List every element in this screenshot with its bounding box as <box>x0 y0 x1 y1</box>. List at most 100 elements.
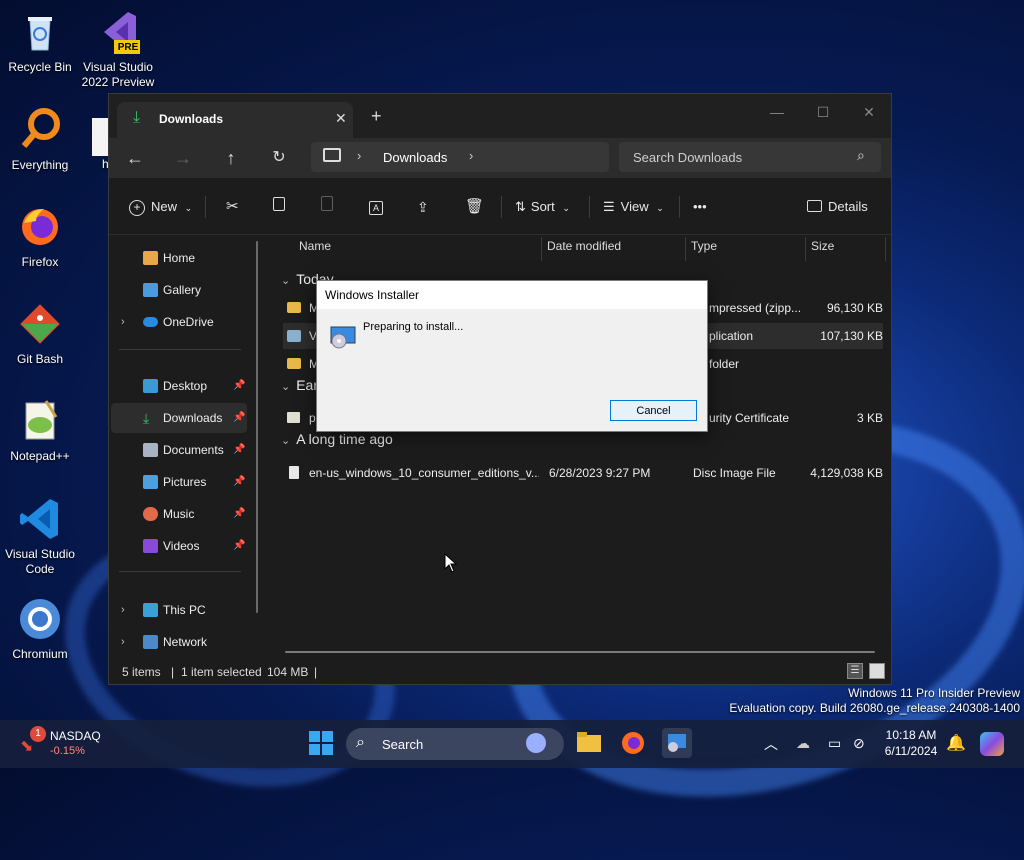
desktop-icon-chromium[interactable]: Chromium <box>0 595 80 662</box>
sidebar-item-gallery[interactable]: Gallery <box>111 275 247 305</box>
sidebar-item-pictures[interactable]: Pictures 📌 <box>111 467 247 497</box>
chevron-right-icon[interactable]: › <box>121 595 125 625</box>
breadcrumb-downloads[interactable]: Downloads <box>383 150 447 165</box>
sidebar-label: Desktop <box>163 379 208 393</box>
chevron-right-icon[interactable]: › <box>469 148 473 163</box>
notification-badge: 1 <box>30 726 46 742</box>
desktop-icon-visual-studio-2022-preview[interactable]: PRE Visual Studio 2022 Preview <box>78 8 158 90</box>
group-header-long-ago[interactable]: ⌄ A long time ago <box>281 431 393 447</box>
tiles-view-icon[interactable] <box>869 663 885 679</box>
share-button[interactable]: ⇪ <box>417 196 429 218</box>
more-options-button[interactable]: ••• <box>693 196 707 218</box>
status-size: 104 MB <box>267 665 309 679</box>
maximize-button[interactable]: ☐ <box>801 98 845 126</box>
column-header-name[interactable]: Name <box>299 239 331 253</box>
sidebar-item-desktop[interactable]: Desktop 📌 <box>111 371 247 401</box>
toolbar-divider <box>679 196 680 218</box>
address-bar[interactable]: › Downloads › <box>311 142 609 172</box>
pin-icon[interactable]: 📌 <box>233 403 245 433</box>
sort-button[interactable]: ⇅ Sort ⌄ <box>515 196 570 218</box>
visual-studio-icon: PRE <box>94 8 142 56</box>
details-pane-button[interactable]: Details <box>807 196 868 218</box>
bell-icon[interactable]: 🔔 <box>946 733 966 753</box>
title-bar: ⤓ Downloads ✕ + — ☐ ✕ <box>109 94 891 138</box>
chevron-right-icon[interactable]: › <box>121 627 125 657</box>
firefox-icon <box>16 203 64 251</box>
desktop-icon-notepad-plus-plus[interactable]: Notepad++ <box>0 397 80 464</box>
forward-button[interactable]: → <box>169 146 197 170</box>
desktop-icon-label: Visual Studio 2022 Preview <box>81 60 155 89</box>
up-button[interactable]: ↑ <box>217 146 245 170</box>
new-button[interactable]: + New ⌄ <box>129 196 192 218</box>
minimize-button[interactable]: — <box>755 98 799 126</box>
pre-badge: PRE <box>117 42 139 53</box>
chevron-up-icon[interactable]: ︿ <box>764 734 778 754</box>
sidebar-item-home[interactable]: Home <box>111 243 247 273</box>
file-name: en-us_windows_10_consumer_editions_v... <box>309 466 539 480</box>
column-header-size[interactable]: Size <box>811 239 834 253</box>
tab-downloads[interactable]: ⤓ Downloads ✕ <box>117 102 353 138</box>
desktop-icon-git-bash[interactable]: Git Bash <box>0 300 80 367</box>
chevron-right-icon[interactable]: › <box>121 307 125 337</box>
pin-icon[interactable]: 📌 <box>233 499 245 529</box>
view-label: View <box>620 199 649 214</box>
windows-installer-taskbar-icon[interactable] <box>662 728 692 758</box>
new-tab-button[interactable]: + <box>371 106 382 127</box>
onedrive-icon[interactable]: ☁ <box>796 735 810 752</box>
column-header-type[interactable]: Type <box>691 239 717 253</box>
folder-icon <box>287 358 301 369</box>
horizontal-scrollbar[interactable] <box>285 651 875 653</box>
cancel-button[interactable]: Cancel <box>610 400 697 421</box>
toolbar-divider <box>589 196 590 218</box>
pin-icon[interactable]: 📌 <box>233 435 245 465</box>
pin-icon[interactable]: 📌 <box>233 531 245 561</box>
close-window-button[interactable]: ✕ <box>847 98 891 126</box>
delete-button[interactable]: 🗑 <box>465 196 484 218</box>
sidebar-scrollbar[interactable] <box>256 241 258 613</box>
column-divider[interactable] <box>885 237 886 261</box>
column-header-date-modified[interactable]: Date modified <box>547 239 621 253</box>
details-label: Details <box>828 199 868 214</box>
details-view-icon[interactable]: ☰ <box>847 663 863 679</box>
sidebar-item-documents[interactable]: Documents 📌 <box>111 435 247 465</box>
desktop-icon-firefox[interactable]: Firefox <box>0 203 80 270</box>
sidebar-item-music[interactable]: Music 📌 <box>111 499 247 529</box>
sidebar-item-this-pc[interactable]: › This PC <box>111 595 247 625</box>
pin-icon[interactable]: 📌 <box>233 467 245 497</box>
cut-button[interactable]: ✂ <box>226 196 239 218</box>
pin-icon[interactable]: 📌 <box>233 371 245 401</box>
network-status-icon[interactable]: ⊘ <box>853 735 865 752</box>
sidebar-item-network[interactable]: › Network <box>111 627 247 657</box>
taskbar-search[interactable]: ⌕ Search <box>346 728 564 760</box>
details-pane-icon <box>807 200 822 212</box>
clock[interactable]: 10:18 AM 6/11/2024 <box>878 728 944 758</box>
sidebar-item-downloads[interactable]: ⤓ Downloads 📌 <box>111 403 247 433</box>
paste-button[interactable] <box>321 196 333 218</box>
videos-icon <box>143 539 158 553</box>
search-input[interactable]: Search Downloads <box>633 150 742 165</box>
sidebar-item-onedrive[interactable]: › OneDrive <box>111 307 247 337</box>
column-divider[interactable] <box>541 237 542 261</box>
sidebar-item-videos[interactable]: Videos 📌 <box>111 531 247 561</box>
refresh-button[interactable]: ↻ <box>265 146 293 170</box>
status-divider: | <box>171 665 175 679</box>
search-box[interactable]: Search Downloads ⌕ <box>619 142 881 172</box>
rename-button[interactable]: A <box>369 196 383 218</box>
copilot-icon[interactable] <box>980 732 1004 756</box>
column-divider[interactable] <box>685 237 686 261</box>
file-explorer-taskbar-icon[interactable] <box>576 730 604 758</box>
table-row[interactable]: en-us_windows_10_consumer_editions_v... … <box>283 460 883 486</box>
close-tab-icon[interactable]: ✕ <box>335 110 347 127</box>
desktop-icon-recycle-bin[interactable]: Recycle Bin <box>0 8 80 75</box>
display-icon[interactable]: ▭ <box>828 735 841 752</box>
view-button[interactable]: ☰ View ⌄ <box>603 196 664 218</box>
start-button[interactable] <box>308 730 336 758</box>
desktop-icon-everything[interactable]: Everything <box>0 106 80 173</box>
back-button[interactable]: ← <box>121 146 149 170</box>
search-icon: ⌕ <box>857 147 865 163</box>
stock-widget[interactable]: ⬊ 1 NASDAQ -0.15% <box>18 726 128 762</box>
copy-button[interactable] <box>273 196 285 218</box>
column-divider[interactable] <box>805 237 806 261</box>
firefox-taskbar-icon[interactable] <box>620 730 648 758</box>
desktop-icon-visual-studio-code[interactable]: Visual Studio Code <box>0 495 80 577</box>
